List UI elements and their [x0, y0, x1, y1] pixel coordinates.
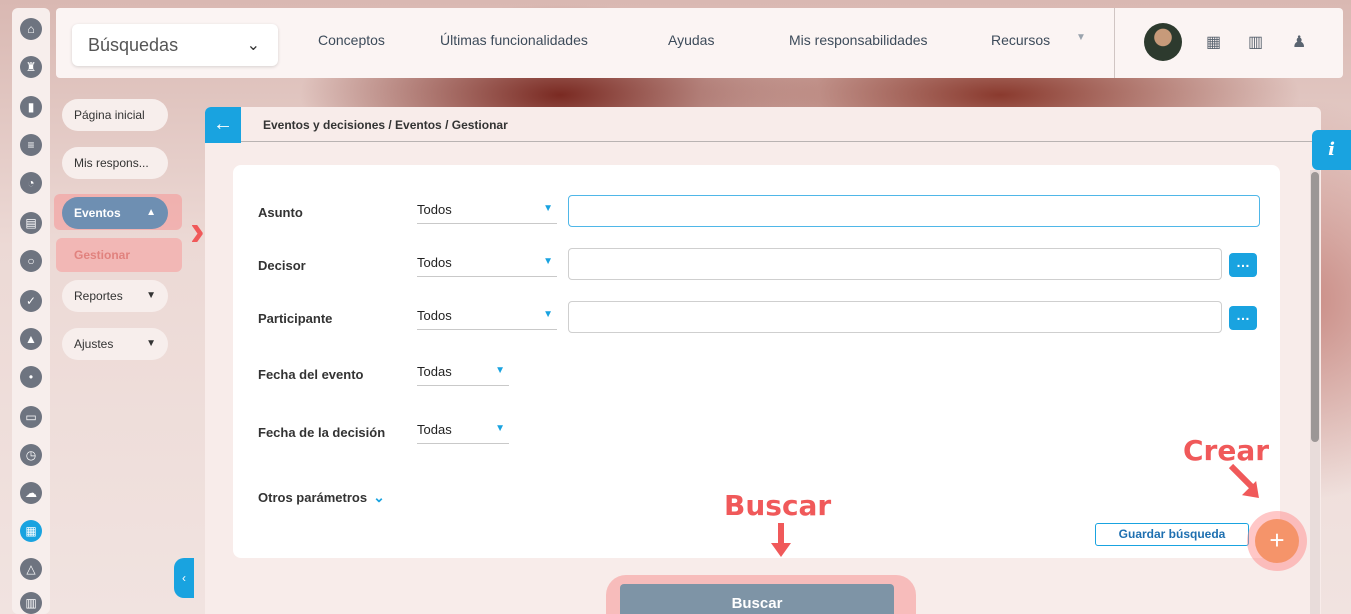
presentation-icon[interactable]: ▭	[20, 406, 42, 428]
calendar-icon[interactable]: ▦	[1206, 32, 1221, 52]
avatar[interactable]	[1144, 23, 1182, 61]
home-icon[interactable]: ⌂	[20, 18, 42, 40]
clock-icon[interactable]: ◷	[20, 444, 42, 466]
nav-ultimas-funcionalidades[interactable]: Últimas funcionalidades	[440, 32, 588, 48]
panel-header: ← Eventos y decisiones / Eventos / Gesti…	[205, 107, 1321, 143]
chevron-down-icon: ⌄	[373, 489, 385, 505]
pie-icon[interactable]: ◔	[20, 172, 42, 194]
decisor-input[interactable]	[568, 248, 1222, 280]
caret-down-icon: ▼	[543, 309, 553, 320]
caret-down-icon: ▼	[543, 203, 553, 214]
annotation-arrow	[778, 523, 784, 545]
decisor-lookup-button[interactable]: …	[1229, 253, 1257, 277]
select-value: Todas	[417, 422, 452, 437]
submenu-eventos[interactable]: Eventos ▲	[62, 197, 168, 229]
nav-recursos[interactable]: Recursos	[991, 32, 1050, 48]
annotation-arrow-head	[771, 543, 791, 557]
guardar-busqueda-button[interactable]: Guardar búsqueda	[1095, 523, 1249, 546]
participante-input[interactable]	[568, 301, 1222, 333]
nav-conceptos[interactable]: Conceptos	[318, 32, 385, 48]
select-value: Todas	[417, 364, 452, 379]
books-icon[interactable]: ▥	[1248, 32, 1263, 52]
annotation-chevron: ›	[190, 206, 205, 255]
submenu-label: Reportes	[74, 289, 123, 303]
submenu-label: Gestionar	[74, 248, 131, 262]
info-button[interactable]: i	[1312, 130, 1351, 170]
chevron-down-icon: ⌄	[246, 37, 260, 54]
asunto-input[interactable]	[568, 195, 1260, 227]
search-dropdown[interactable]: Búsquedas ⌄	[72, 24, 278, 66]
chart-icon[interactable]: ▮	[20, 96, 42, 118]
back-button[interactable]: ←	[205, 107, 241, 143]
caret-down-icon: ▼	[495, 365, 505, 376]
otros-parametros-toggle[interactable]: Otros parámetros ⌄	[258, 489, 385, 506]
select-value: Todos	[417, 202, 452, 217]
select-value: Todos	[417, 255, 452, 270]
cloud-icon[interactable]: ☁	[20, 482, 42, 504]
bell-icon[interactable]: ♟	[1292, 32, 1306, 52]
divider	[1114, 8, 1115, 78]
asunto-operator-select[interactable]: Todos ▼	[417, 202, 557, 224]
collapse-sidebar-button[interactable]: ‹	[174, 558, 194, 598]
decisor-operator-select[interactable]: Todos ▼	[417, 255, 557, 277]
icon-sidebar: ⌂ ♜ ▮ ≡ ◔ ▤ ○ ✓ ▲ • ▭ ◷ ☁ ▦ △ ▥	[12, 8, 50, 614]
caret-down-icon: ▼	[146, 290, 156, 301]
participante-lookup-button[interactable]: …	[1229, 306, 1257, 330]
asunto-label: Asunto	[258, 205, 303, 220]
connect-icon[interactable]: •	[20, 366, 42, 388]
scrollbar-thumb[interactable]	[1311, 172, 1319, 442]
network-icon[interactable]: △	[20, 558, 42, 580]
nav-mis-responsabilidades[interactable]: Mis responsabilidades	[789, 32, 928, 48]
fecha-decision-select[interactable]: Todas ▼	[417, 422, 509, 444]
fecha-decision-label: Fecha de la decisión	[258, 425, 386, 440]
submenu-pagina-inicial[interactable]: Página inicial	[62, 99, 168, 131]
submenu-gestionar[interactable]: Gestionar	[56, 238, 182, 272]
caret-down-icon: ▼	[543, 256, 553, 267]
annotation-crear: Crear	[1183, 434, 1270, 467]
top-bar: Búsquedas ⌄ Conceptos Últimas funcionali…	[56, 8, 1343, 78]
select-value: Todos	[417, 308, 452, 323]
caret-down-icon: ▼	[146, 338, 156, 349]
create-button-highlight: +	[1247, 511, 1307, 571]
otros-label: Otros parámetros	[258, 490, 368, 505]
create-button[interactable]: +	[1255, 519, 1299, 563]
caret-down-icon: ▼	[1076, 32, 1086, 43]
submenu-mis-respons[interactable]: Mis respons...	[62, 147, 168, 179]
chess-icon[interactable]: ♜	[20, 56, 42, 78]
breadcrumb: Eventos y decisiones / Eventos / Gestion…	[263, 118, 508, 132]
form-icon[interactable]: ▥	[20, 592, 42, 614]
cycle-icon[interactable]: ○	[20, 250, 42, 272]
submenu-label: Ajustes	[74, 337, 114, 351]
participante-label: Participante	[258, 311, 333, 326]
check-icon[interactable]: ✓	[20, 290, 42, 312]
submenu-reportes[interactable]: Reportes ▼	[62, 280, 168, 312]
caret-up-icon: ▲	[146, 207, 156, 218]
submenu-ajustes[interactable]: Ajustes ▼	[62, 328, 168, 360]
list-icon[interactable]: ≡	[20, 134, 42, 156]
submenu-label: Eventos	[74, 206, 121, 220]
caret-down-icon: ▼	[495, 423, 505, 434]
document-icon[interactable]: ▤	[20, 212, 42, 234]
search-dropdown-label: Búsquedas	[88, 35, 179, 55]
warning-icon[interactable]: ▲	[20, 328, 42, 350]
divider	[241, 141, 1315, 142]
participante-operator-select[interactable]: Todos ▼	[417, 308, 557, 330]
fecha-evento-label: Fecha del evento	[258, 367, 364, 382]
annotation-buscar: Buscar	[724, 489, 832, 522]
buscar-button[interactable]: Buscar	[620, 584, 894, 614]
submenu-label: Página inicial	[74, 108, 145, 122]
decisor-label: Decisor	[258, 258, 306, 273]
fecha-evento-select[interactable]: Todas ▼	[417, 364, 509, 386]
submenu-label: Mis respons...	[74, 156, 149, 170]
calendar-icon[interactable]: ▦	[20, 520, 42, 542]
nav-ayudas[interactable]: Ayudas	[668, 32, 714, 48]
